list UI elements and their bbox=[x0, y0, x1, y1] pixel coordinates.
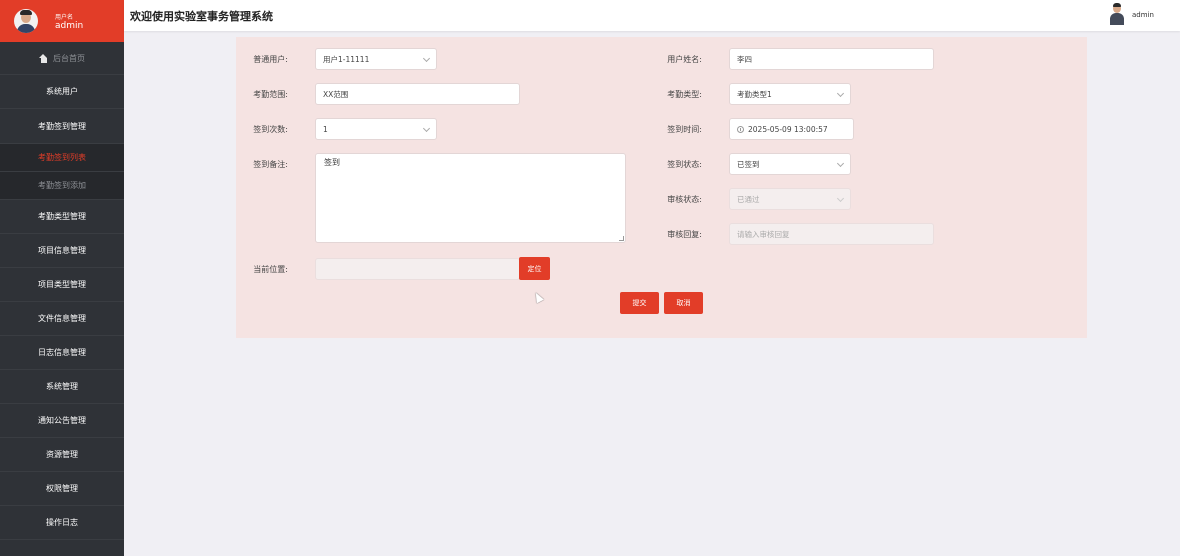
status-select[interactable]: 已签到 bbox=[729, 153, 851, 175]
attendance-form: 普通用户: 用户1-11111 用户姓名: 李四 考勤范围: XX范围 考勤类型… bbox=[236, 37, 1087, 338]
sidebar-item-home[interactable]: 后台首页 bbox=[0, 42, 124, 75]
review-status-select: 已通过 bbox=[729, 188, 851, 210]
remark-textarea[interactable]: 签到 bbox=[315, 153, 626, 243]
cancel-button[interactable]: 取消 bbox=[664, 292, 703, 314]
sidebar-user-name: admin bbox=[55, 21, 84, 31]
time-value: 2025-05-09 13:00:57 bbox=[748, 124, 828, 134]
time-label: 签到时间: bbox=[667, 125, 702, 134]
resize-handle-icon[interactable] bbox=[619, 236, 624, 241]
location-label: 当前位置: bbox=[253, 265, 288, 274]
sidebar-user-label: 用户名 bbox=[55, 14, 74, 21]
chevron-down-icon bbox=[836, 159, 845, 168]
page-title: 欢迎使用实验室事务管理系统 bbox=[130, 10, 273, 23]
sidebar-item-notice[interactable]: 通知公告管理 bbox=[0, 404, 124, 438]
sidebar-item-project-info[interactable]: 项目信息管理 bbox=[0, 234, 124, 268]
sidebar-item-attendance-management[interactable]: 考勤签到管理 bbox=[0, 109, 124, 144]
header-avatar[interactable] bbox=[1110, 3, 1124, 25]
review-status-value: 已通过 bbox=[737, 194, 760, 204]
review-reply-placeholder: 请输入审核回复 bbox=[737, 229, 790, 239]
sidebar-item-attendance-list[interactable]: 考勤签到列表 bbox=[0, 144, 124, 172]
remark-value: 签到 bbox=[324, 158, 340, 167]
user-select[interactable]: 用户1-11111 bbox=[315, 48, 437, 70]
location-field[interactable] bbox=[315, 258, 520, 280]
locate-button[interactable]: 定位 bbox=[519, 257, 550, 280]
sidebar-item-attendance-type[interactable]: 考勤类型管理 bbox=[0, 200, 124, 234]
user-select-value: 用户1-11111 bbox=[323, 54, 370, 64]
sidebar-item-system-users[interactable]: 系统用户 bbox=[0, 75, 124, 109]
sidebar-item-attendance-add[interactable]: 考勤签到添加 bbox=[0, 172, 124, 200]
sidebar-menu: 后台首页 系统用户 考勤签到管理 考勤签到列表 考勤签到添加 考勤类型管理 项目… bbox=[0, 42, 124, 540]
review-reply-field: 请输入审核回复 bbox=[729, 223, 934, 245]
user-name-value: 李四 bbox=[737, 54, 752, 64]
chevron-down-icon bbox=[422, 124, 431, 133]
header: 欢迎使用实验室事务管理系统 admin bbox=[124, 0, 1180, 31]
home-icon bbox=[39, 53, 48, 63]
avatar bbox=[14, 9, 38, 33]
range-field[interactable]: XX范围 bbox=[315, 83, 520, 105]
range-label: 考勤范围: bbox=[253, 90, 288, 99]
sidebar-item-system[interactable]: 系统管理 bbox=[0, 370, 124, 404]
sidebar-item-label: 后台首页 bbox=[53, 53, 85, 63]
submit-button[interactable]: 提交 bbox=[620, 292, 659, 314]
sidebar-item-resource[interactable]: 资源管理 bbox=[0, 438, 124, 472]
header-user-name[interactable]: admin bbox=[1132, 11, 1154, 19]
type-select[interactable]: 考勤类型1 bbox=[729, 83, 851, 105]
user-name-field[interactable]: 李四 bbox=[729, 48, 934, 70]
sidebar-item-operation-log[interactable]: 操作日志 bbox=[0, 506, 124, 540]
user-select-label: 普通用户: bbox=[253, 55, 288, 64]
status-select-value: 已签到 bbox=[737, 159, 760, 169]
count-select-value: 1 bbox=[323, 124, 328, 134]
review-status-label: 审核状态: bbox=[667, 195, 702, 204]
chevron-down-icon bbox=[836, 89, 845, 98]
chevron-down-icon bbox=[422, 54, 431, 63]
sidebar: 用户名 admin 后台首页 系统用户 考勤签到管理 考勤签到列表 考勤签到添加… bbox=[0, 0, 124, 556]
sidebar-item-permission[interactable]: 权限管理 bbox=[0, 472, 124, 506]
remark-label: 签到备注: bbox=[253, 160, 288, 169]
sidebar-item-log-info[interactable]: 日志信息管理 bbox=[0, 336, 124, 370]
review-reply-label: 审核回复: bbox=[667, 230, 702, 239]
sidebar-item-file-info[interactable]: 文件信息管理 bbox=[0, 302, 124, 336]
count-select[interactable]: 1 bbox=[315, 118, 437, 140]
sidebar-user-panel: 用户名 admin bbox=[0, 0, 124, 42]
type-select-label: 考勤类型: bbox=[667, 90, 702, 99]
type-select-value: 考勤类型1 bbox=[737, 89, 772, 99]
status-select-label: 签到状态: bbox=[667, 160, 702, 169]
chevron-down-icon bbox=[836, 194, 845, 203]
time-picker[interactable]: 2025-05-09 13:00:57 bbox=[729, 118, 854, 140]
user-name-label: 用户姓名: bbox=[667, 55, 702, 64]
sidebar-item-project-type[interactable]: 项目类型管理 bbox=[0, 268, 124, 302]
clock-icon bbox=[737, 125, 744, 133]
range-value: XX范围 bbox=[323, 89, 349, 99]
count-select-label: 签到次数: bbox=[253, 125, 288, 134]
